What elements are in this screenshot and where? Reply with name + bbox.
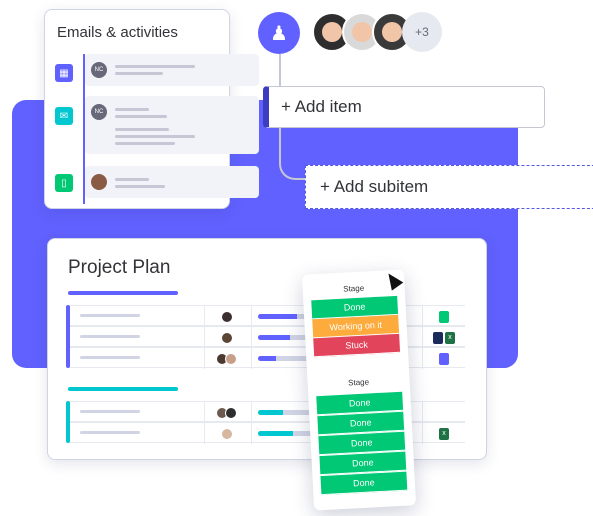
calendar-icon: ▦ — [55, 64, 73, 82]
text-placeholder — [115, 72, 163, 75]
text-placeholder — [80, 356, 140, 359]
files-cell[interactable]: x — [422, 423, 465, 444]
status-option-stuck[interactable]: Stuck — [313, 333, 401, 358]
activity-item[interactable]: NC — [85, 54, 259, 86]
hero-illustration: Emails & activities ▦ NC ✉ NC ▯ ♟ +3 + A… — [0, 0, 593, 516]
excel-file-icon: x — [439, 427, 449, 440]
text-placeholder — [115, 128, 169, 131]
text-placeholder — [115, 108, 149, 111]
progress-fill — [258, 410, 283, 415]
avatar — [225, 352, 237, 365]
text-placeholder — [80, 410, 140, 413]
mail-icon: ✉ — [55, 107, 73, 125]
doc-file-icon — [433, 331, 443, 344]
activity-item[interactable] — [85, 166, 259, 198]
excel-file-icon: x — [445, 331, 455, 344]
connector-line — [279, 128, 305, 180]
files-cell[interactable] — [422, 306, 465, 327]
progress-fill — [258, 314, 297, 319]
files-cell[interactable] — [422, 348, 465, 369]
activity-item[interactable]: NC — [85, 96, 259, 154]
add-item-button[interactable]: + Add item — [263, 86, 545, 128]
stage-status-panel: Stage Done Working on it Stuck Stage Don… — [301, 269, 417, 511]
progress-fill — [258, 431, 293, 436]
person-cell[interactable] — [204, 327, 252, 348]
doc-file-icon — [439, 352, 449, 365]
status-cell-done[interactable]: Done — [320, 471, 408, 496]
add-subitem-button[interactable]: + Add subitem — [305, 165, 593, 209]
person-cell[interactable] — [204, 402, 252, 423]
person-cell[interactable] — [204, 306, 252, 327]
files-cell[interactable] — [422, 402, 465, 423]
text-placeholder — [115, 115, 167, 118]
text-placeholder — [115, 185, 165, 188]
text-placeholder — [80, 431, 140, 434]
files-cell[interactable]: x — [422, 327, 465, 348]
progress-fill — [258, 356, 276, 361]
text-placeholder — [115, 135, 195, 138]
text-placeholder — [115, 178, 149, 181]
text-placeholder — [80, 335, 140, 338]
avatar — [225, 406, 237, 419]
project-plan-card: Project Plan x x — [47, 238, 487, 460]
text-placeholder — [115, 65, 195, 68]
avatar: NC — [91, 104, 107, 120]
avatar — [220, 310, 233, 323]
emails-activities-title: Emails & activities — [57, 24, 178, 41]
person-cell[interactable] — [204, 348, 252, 369]
emails-activities-card: Emails & activities ▦ NC ✉ NC ▯ — [44, 9, 259, 209]
progress-fill — [258, 335, 290, 340]
person-cell[interactable] — [204, 423, 252, 444]
add-user-icon[interactable]: ♟ — [258, 12, 300, 54]
group-header-line — [68, 291, 178, 295]
text-placeholder — [115, 142, 175, 145]
doc-file-icon — [439, 310, 449, 323]
avatar: NC — [91, 62, 107, 78]
avatar — [220, 331, 233, 344]
phone-icon: ▯ — [55, 174, 73, 192]
group-header-line — [68, 387, 178, 391]
project-title: Project Plan — [68, 257, 171, 278]
more-people-badge[interactable]: +3 — [402, 12, 442, 52]
connector-line — [279, 54, 281, 86]
text-placeholder — [80, 314, 140, 317]
stage-column-header: Stage — [347, 377, 370, 388]
avatar — [91, 174, 107, 190]
avatar — [220, 427, 233, 440]
